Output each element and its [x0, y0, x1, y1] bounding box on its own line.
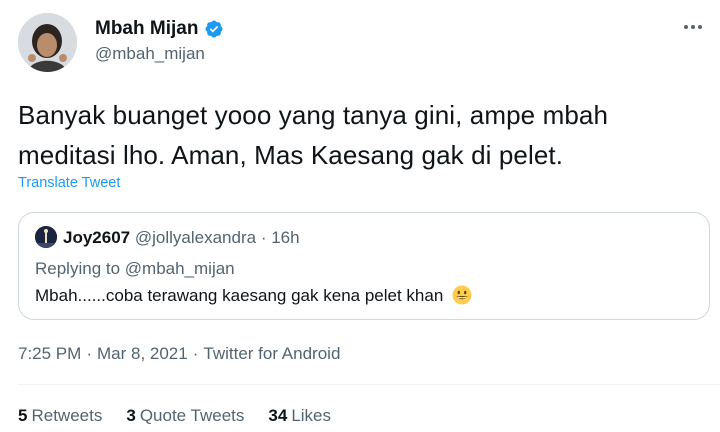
quoted-handle: @jollyalexandra — [134, 228, 257, 247]
likes-label: Likes — [291, 406, 332, 425]
quoted-text-row: Mbah......coba terawang kaesang gak kena… — [35, 285, 472, 307]
quoted-replying-to: Replying to @mbah_mijan — [35, 259, 235, 278]
retweets-label: Retweets — [31, 406, 103, 425]
quoted-header: Joy2607 @jollyalexandra · 16h — [63, 227, 300, 249]
verified-badge-icon — [205, 20, 223, 38]
quoted-author-avatar — [35, 226, 57, 248]
retweets-count: 5 — [18, 406, 28, 425]
retweets-stat[interactable]: 5 Retweets — [18, 405, 102, 427]
author-avatar[interactable] — [18, 13, 77, 72]
quoted-tweet[interactable]: Joy2607 @jollyalexandra · 16h Replying t… — [18, 212, 710, 320]
tweet-card: Mbah Mijan @mbah_mijan Banyak buanget yo… — [0, 0, 720, 432]
tweet-source[interactable]: Twitter for Android — [203, 344, 340, 363]
tweet-date[interactable]: Mar 8, 2021 — [97, 344, 188, 363]
quoted-text: Mbah......coba terawang kaesang gak kena… — [35, 286, 444, 305]
meta-separator: · — [86, 344, 92, 363]
quotes-label: Quote Tweets — [139, 406, 245, 425]
translate-tweet-link[interactable]: Translate Tweet — [18, 175, 120, 191]
divider — [18, 384, 720, 385]
tweet-text: Banyak buanget yooo yang tanya gini, amp… — [18, 100, 609, 170]
engagement-stats: 5 Retweets 3 Quote Tweets 34 Likes — [18, 405, 331, 427]
quoted-age: 16h — [271, 228, 300, 247]
author-display-name[interactable]: Mbah Mijan — [95, 17, 198, 41]
author-handle[interactable]: @mbah_mijan — [95, 43, 205, 65]
author-name[interactable]: Mbah Mijan — [95, 17, 224, 41]
quotes-count: 3 — [126, 406, 136, 425]
tweet-timestamp: 7:25 PM · Mar 8, 2021 · Twitter for Android — [18, 343, 340, 365]
quoted-display-name: Joy2607 — [63, 228, 131, 247]
grinning-face-emoji — [452, 285, 472, 305]
likes-stat[interactable]: 34 Likes — [268, 405, 331, 427]
likes-count: 34 — [268, 406, 288, 425]
more-horizontal-icon[interactable] — [680, 16, 706, 38]
quote-tweets-stat[interactable]: 3 Quote Tweets — [126, 405, 244, 427]
quoted-separator: · — [260, 228, 267, 247]
tweet-time[interactable]: 7:25 PM — [18, 344, 81, 363]
meta-separator-2: · — [192, 344, 199, 363]
